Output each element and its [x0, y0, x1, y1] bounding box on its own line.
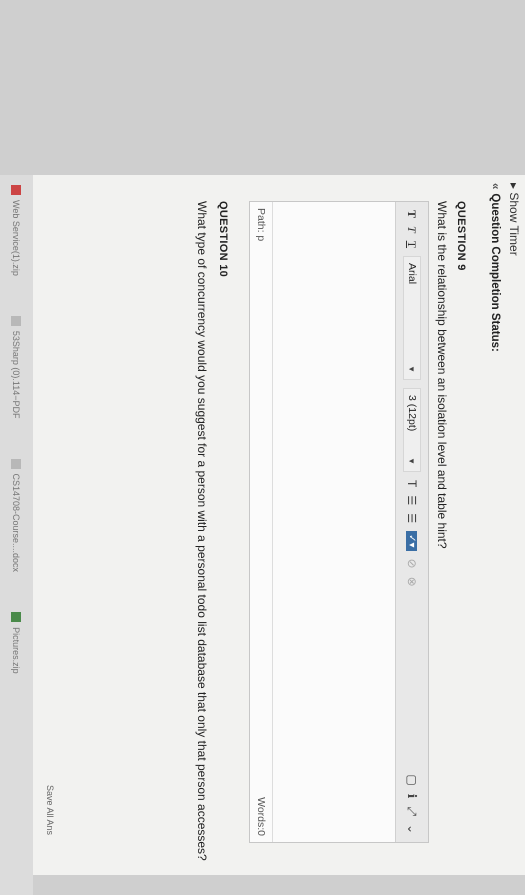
answer-editor[interactable]: T T T Arial ▼ 3 (12pt) ▼ T ☰ ☰ ✓▾ ⊘ ⊗ ▢ [249, 201, 429, 843]
question-10-text: What type of concurrency would you sugge… [195, 201, 209, 861]
question-10-title: QUESTION 10 [217, 201, 229, 278]
editor-text-area[interactable] [273, 202, 395, 842]
completion-status[interactable]: «Question Completion Status: [489, 183, 501, 352]
browser-page: ▸ Show Timer «Question Completion Status… [0, 175, 525, 895]
chevron-down-icon: « [489, 183, 501, 190]
download-item[interactable]: Pictures.zip [11, 612, 22, 674]
download-bar: Web Service(1).zip 53Sharp (0).114−PDF C… [0, 175, 33, 895]
rotated-photo-stage: ▸ Show Timer «Question Completion Status… [0, 175, 525, 895]
path-label: Path: p [255, 208, 267, 242]
text-color-button[interactable]: T [405, 480, 419, 487]
download-item[interactable]: 53Sharp (0).114−PDF [11, 315, 22, 419]
zip-file-icon [11, 612, 22, 623]
question-9-text: What is the relationship between an isol… [435, 201, 449, 549]
spellcheck-icon[interactable]: ✓▾ [406, 531, 418, 551]
fullscreen-icon[interactable]: ⤢ [405, 806, 420, 816]
font-size-select[interactable]: 3 (12pt) ▼ [403, 388, 421, 473]
triangle-icon: ▸ [507, 183, 521, 193]
show-timer-toggle[interactable]: ▸ Show Timer [507, 183, 521, 256]
question-9-title: QUESTION 9 [455, 201, 467, 271]
bullet-list-button[interactable]: ☰ [406, 495, 419, 505]
editor-toolbar: T T T Arial ▼ 3 (12pt) ▼ T ☰ ☰ ✓▾ ⊘ ⊗ ▢ [395, 202, 428, 842]
zip-file-icon [11, 185, 22, 195]
chevron-down-icon: ▼ [407, 457, 417, 466]
docx-file-icon [11, 458, 22, 469]
numbered-list-button[interactable]: ☰ [406, 513, 419, 523]
save-all-answers-button[interactable]: Save All Ans [45, 785, 55, 835]
editor-statusbar: Path: p Words:0 [250, 202, 273, 842]
word-count: Words:0 [255, 797, 267, 836]
collapse-icon[interactable]: ⌄ [405, 824, 420, 834]
underline-button[interactable]: T [405, 241, 420, 248]
link-icon[interactable]: ⊘ [405, 559, 419, 569]
pdf-file-icon [11, 315, 22, 326]
unlink-icon[interactable]: ⊗ [405, 577, 419, 587]
download-item[interactable]: Web Service(1).zip [11, 185, 22, 276]
preview-icon[interactable]: ▢ [405, 774, 420, 785]
download-item[interactable]: CS14708-Course....docx [11, 458, 22, 572]
info-icon[interactable]: ℹ [405, 794, 420, 799]
editor-right-tools: ▢ ℹ ⤢ ⌄ [405, 774, 420, 834]
italic-button[interactable]: T [405, 226, 420, 233]
bold-button[interactable]: T [405, 210, 420, 218]
font-family-select[interactable]: Arial ▼ [403, 256, 421, 381]
chevron-down-icon: ▼ [407, 365, 417, 374]
